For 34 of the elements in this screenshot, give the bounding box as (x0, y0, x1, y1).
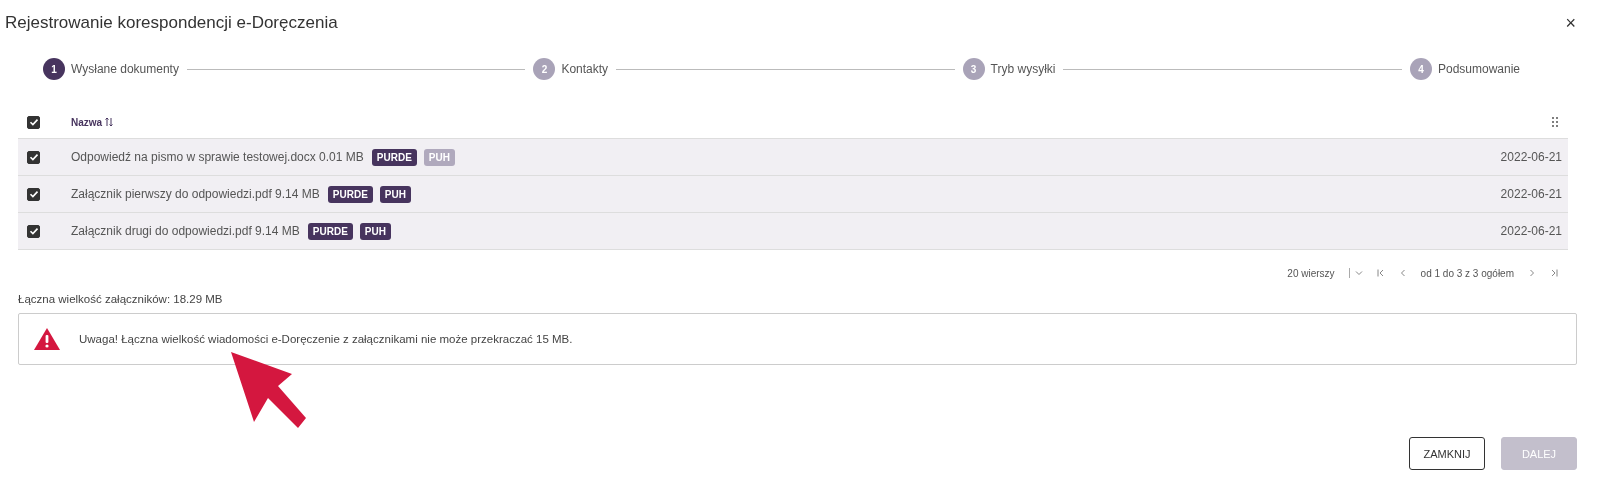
file-name: Załącznik pierwszy do odpowiedzi.pdf 9.14 MB (71, 187, 320, 201)
step-label: Wysłane dokumenty (71, 62, 179, 76)
tag: PUH (423, 148, 455, 166)
checkbox[interactable] (27, 187, 40, 201)
window-title: Rejestrowanie korespondencji e-Doręczenia (5, 13, 338, 33)
rows-per-page[interactable]: 20 wierszy (1287, 267, 1335, 279)
tag: PURDE (307, 222, 353, 240)
warning-message: Uwaga! Łączna wielkość wiadomości e-Doręczenie z załącznikami nie może przekraczać 15 MB. (79, 333, 573, 345)
step-label: Kontakty (561, 62, 609, 76)
drag-handle-icon[interactable] (1552, 117, 1558, 127)
page-range: od 1 do 3 z 3 ogółem (1420, 267, 1514, 279)
last-page-icon[interactable] (1550, 269, 1558, 277)
tag: PUH (359, 222, 391, 240)
date-cell-text: 2022-06-21 (1500, 150, 1563, 164)
step-label: Podsumowanie (1437, 62, 1520, 76)
file-name: Załącznik drugi do odpowiedzi.pdf 9.14 MB (71, 224, 300, 238)
step-number[interactable]: 1 (43, 58, 65, 80)
total-size-text: Łączna wielkość załączników: 18.29 MB (18, 293, 224, 305)
tag: PURDE (371, 148, 417, 166)
checkbox[interactable] (27, 150, 40, 164)
dialog-button[interactable]: ZAMKNIJ (1409, 437, 1485, 470)
date-cell-text: 2022-06-21 (1500, 187, 1563, 201)
checkbox[interactable] (27, 224, 40, 238)
warning-icon (33, 327, 61, 351)
step-label: Tryb wysyłki (990, 62, 1056, 76)
sort-icon[interactable] (105, 117, 114, 127)
tag: PUH (379, 185, 411, 203)
tag: PURDE (327, 185, 373, 203)
file-name: Odpowiedź na pismo w sprawie testowej.docx 0.01 MB (71, 150, 364, 164)
close-button[interactable]: × (1561, 12, 1580, 34)
first-page-icon[interactable] (1376, 269, 1385, 277)
date-cell-text: 2022-06-21 (1500, 224, 1563, 238)
column-header[interactable]: Nazwa (71, 116, 103, 128)
checkbox[interactable] (27, 115, 40, 129)
